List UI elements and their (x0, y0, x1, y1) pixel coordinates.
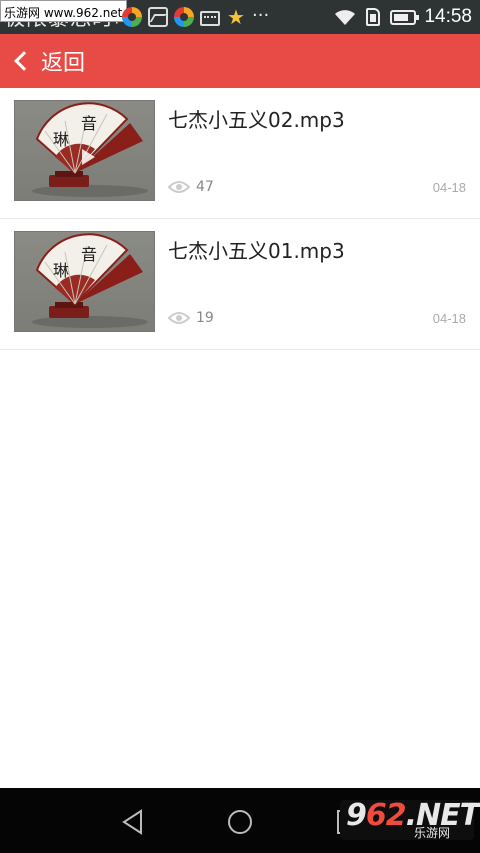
logo-subtext: 乐游网 (414, 826, 451, 840)
eye-icon (168, 312, 190, 324)
gallery-icon (148, 7, 168, 27)
view-count: 19 (168, 310, 214, 326)
keyboard-icon (200, 10, 220, 26)
status-bar: 极限暴怒时叫 乐游网 www.962.net ★ ··· 14:58 (0, 0, 480, 34)
site-logo: 962.NET 乐游网 (340, 798, 480, 840)
nav-home-icon[interactable] (226, 808, 254, 836)
back-label: 返回 (41, 51, 86, 76)
list-item[interactable]: 琳 音 七杰小五义02.mp3 47 04-18 (0, 88, 480, 219)
view-count-value: 47 (196, 179, 214, 195)
list-item[interactable]: 琳 音 七杰小五义01.mp3 19 04-18 (0, 219, 480, 350)
nav-back-icon[interactable] (119, 808, 147, 836)
svg-text:音: 音 (81, 114, 97, 133)
notification-icons: ★ ··· (122, 5, 278, 29)
app-header: 返回 (0, 34, 480, 88)
audio-title: 七杰小五义02.mp3 (168, 108, 345, 132)
more-dots-icon: ··· (252, 5, 270, 26)
date-label: 04-18 (432, 311, 466, 326)
fan-image: 琳 音 (32, 233, 148, 328)
star-icon: ★ (227, 5, 245, 29)
back-button[interactable]: 返回 (0, 34, 97, 88)
fan-thumbnail: 琳 音 (14, 231, 155, 332)
audio-title: 七杰小五义01.mp3 (168, 239, 345, 263)
view-count: 47 (168, 179, 214, 195)
fan-image: 琳 音 (32, 102, 148, 197)
clock: 14:58 (424, 6, 472, 27)
app-ring-icon (122, 7, 142, 27)
chevron-left-icon (14, 51, 34, 71)
sim-card-icon (366, 8, 381, 26)
watermark: 乐游网 www.962.net (0, 0, 128, 22)
audio-list: 琳 音 七杰小五义02.mp3 47 04-18 琳 音 七杰小五义01.mp3… (0, 88, 480, 350)
system-nav-bar: 962.NET 乐游网 (0, 788, 480, 853)
svg-text:琳: 琳 (53, 261, 69, 280)
system-status-icons: 14:58 (334, 5, 472, 29)
logo-text: 962.NET (346, 798, 480, 833)
svg-text:琳: 琳 (53, 130, 69, 149)
fan-thumbnail: 琳 音 (14, 100, 155, 201)
app-ring-icon (174, 7, 194, 27)
view-count-value: 19 (196, 310, 214, 326)
date-label: 04-18 (432, 180, 466, 195)
wifi-icon (335, 10, 356, 25)
battery-icon (390, 9, 420, 25)
svg-text:音: 音 (81, 245, 97, 264)
eye-icon (168, 181, 190, 193)
